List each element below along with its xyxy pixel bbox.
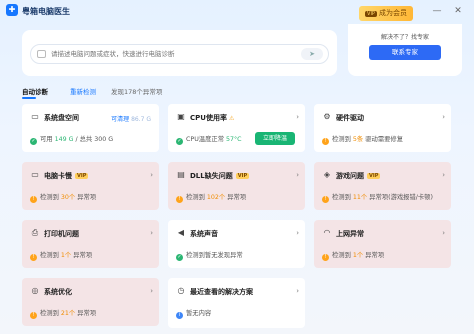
card-title: 系统声音	[190, 230, 218, 238]
cpu-icon: ▣	[177, 112, 185, 121]
vip-badge: VIP	[235, 173, 250, 179]
card-status: i 暂无内容	[176, 308, 211, 319]
chevron-right-icon: ›	[442, 171, 445, 179]
card-game-issues[interactable]: ◈ 游戏问题 VIP › ! 检测到 11个 异常项(游戏报错/卡顿)	[314, 162, 451, 210]
search-box[interactable]: ➤	[30, 44, 329, 64]
warning-icon: !	[30, 196, 37, 203]
cleanable-text: 可清理 86.7 G	[111, 116, 151, 123]
search-input[interactable]	[51, 48, 291, 60]
vip-badge: VIP	[367, 173, 381, 179]
chevron-right-icon: ›	[442, 113, 445, 121]
card-status: ! 检测到 5条 驱动需要修复	[322, 134, 403, 145]
card-status: ! 检测到 11个 异常项(游戏报错/卡顿)	[322, 192, 433, 203]
vip-label: 成为会员	[378, 9, 407, 17]
cool-down-button[interactable]: 立即降温	[255, 132, 295, 145]
wifi-icon: ◠	[323, 228, 331, 237]
card-status: ! 检测到 21个 异常项	[30, 308, 96, 319]
card-system-disk[interactable]: ▭ 系统盘空间 可清理 86.7 G ✓ 可用 149 G / 总共 300 G	[22, 104, 159, 152]
warning-icon: !	[322, 254, 329, 261]
card-dll-missing[interactable]: ▤ DLL缺失问题 VIP › ! 检测到 102个 异常项	[168, 162, 305, 210]
warning-icon: !	[30, 312, 37, 319]
become-vip-button[interactable]: VIP 成为会员	[359, 6, 413, 21]
found-count-text: 发现178个异常项	[111, 88, 163, 96]
card-computer-lag[interactable]: ▭ 电脑卡慢 VIP › ! 检测到 30个 异常项	[22, 162, 159, 210]
card-system-sound[interactable]: ◀ 系统声音 › ✓ 检测到暂无发现异常	[168, 220, 305, 268]
gamepad-icon: ◈	[323, 170, 331, 179]
app-title: 粤箱电脑医生	[22, 7, 70, 16]
optimize-icon: ◎	[31, 286, 39, 295]
card-network-issues[interactable]: ◠ 上网异常 › ! 检测到 1个 异常项	[314, 220, 451, 268]
card-title: 上网异常	[336, 230, 364, 238]
card-status: ! 检测到 1个 异常项	[322, 250, 384, 261]
app-logo-icon: ✚	[6, 4, 18, 16]
card-title: 系统优化	[44, 288, 72, 296]
card-status: ✓ 检测到暂无发现异常	[176, 252, 243, 261]
card-title: 系统盘空间	[44, 114, 79, 122]
card-title: 游戏问题 VIP	[336, 172, 381, 180]
minimize-icon[interactable]: —	[431, 6, 443, 16]
warning-icon: !	[176, 196, 183, 203]
card-title: 最近查看的解决方案	[190, 288, 253, 296]
card-status: ! 检测到 102个 异常项	[176, 192, 246, 203]
contact-expert-button[interactable]: 联系专家	[369, 45, 441, 60]
gear-icon: ⚙	[323, 112, 331, 121]
card-hardware-driver[interactable]: ⚙ 硬件驱动 › ! 检测到 5条 驱动需要修复	[314, 104, 451, 152]
card-title: CPU使用率 ⚠	[190, 114, 235, 122]
card-title: 打印机问题	[44, 230, 79, 238]
card-title: 电脑卡慢 VIP	[44, 172, 89, 180]
chevron-right-icon: ›	[296, 287, 299, 295]
check-icon: ✓	[176, 254, 183, 261]
tab-underline	[22, 97, 36, 99]
tab-auto-diagnosis[interactable]: 自动诊断	[22, 86, 48, 96]
vip-tag: VIP	[365, 11, 377, 17]
chevron-right-icon: ›	[150, 287, 153, 295]
card-cpu-usage[interactable]: ▣ CPU使用率 ⚠ › ✓ CPU温度正常 57°C 立即降温	[168, 104, 305, 152]
chevron-right-icon: ›	[150, 229, 153, 237]
check-icon: ✓	[30, 138, 37, 145]
expert-text: 解决不了？找专家	[380, 34, 429, 41]
chevron-right-icon: ›	[296, 229, 299, 237]
rescan-link[interactable]: 重新检测	[70, 86, 96, 96]
card-status: ! 检测到 1个 异常项	[30, 250, 92, 261]
card-printer-issues[interactable]: ⎙ 打印机问题 › ! 检测到 1个 异常项	[22, 220, 159, 268]
printer-icon: ⎙	[31, 228, 39, 237]
info-icon: i	[176, 312, 183, 319]
disk-icon: ▭	[31, 112, 39, 121]
title-bar: ✚ 粤箱电脑医生 VIP 成为会员 — ✕	[0, 0, 474, 24]
chevron-right-icon: ›	[442, 229, 445, 237]
clock-icon: ◷	[177, 286, 185, 295]
card-system-optimize[interactable]: ◎ 系统优化 › ! 检测到 21个 异常项	[22, 278, 159, 326]
warning-icon: !	[30, 254, 37, 261]
search-card: ➤	[22, 30, 337, 76]
speaker-icon: ◀	[177, 228, 185, 237]
card-status: ✓ 可用 149 G / 总共 300 G	[30, 136, 114, 145]
card-recent-solutions[interactable]: ◷ 最近查看的解决方案 › i 暂无内容	[168, 278, 305, 328]
chat-icon	[37, 50, 46, 58]
check-icon: ✓	[176, 138, 183, 145]
chevron-right-icon: ›	[150, 171, 153, 179]
chevron-right-icon: ›	[296, 113, 299, 121]
warning-icon: ⚠	[228, 115, 235, 122]
send-icon[interactable]: ➤	[301, 48, 323, 60]
vip-badge: VIP	[75, 173, 89, 179]
expert-card: 解决不了？找专家 联系专家	[348, 24, 462, 76]
warning-icon: !	[322, 138, 329, 145]
monitor-icon: ▭	[31, 170, 39, 179]
file-icon: ▤	[177, 170, 185, 179]
card-title: DLL缺失问题 VIP	[190, 172, 250, 180]
chevron-right-icon: ›	[296, 171, 299, 179]
card-status: ✓ CPU温度正常 57°C	[176, 136, 242, 145]
card-status: ! 检测到 30个 异常项	[30, 192, 96, 203]
warning-icon: !	[322, 196, 329, 203]
card-title: 硬件驱动	[336, 114, 364, 122]
close-icon[interactable]: ✕	[452, 6, 464, 16]
